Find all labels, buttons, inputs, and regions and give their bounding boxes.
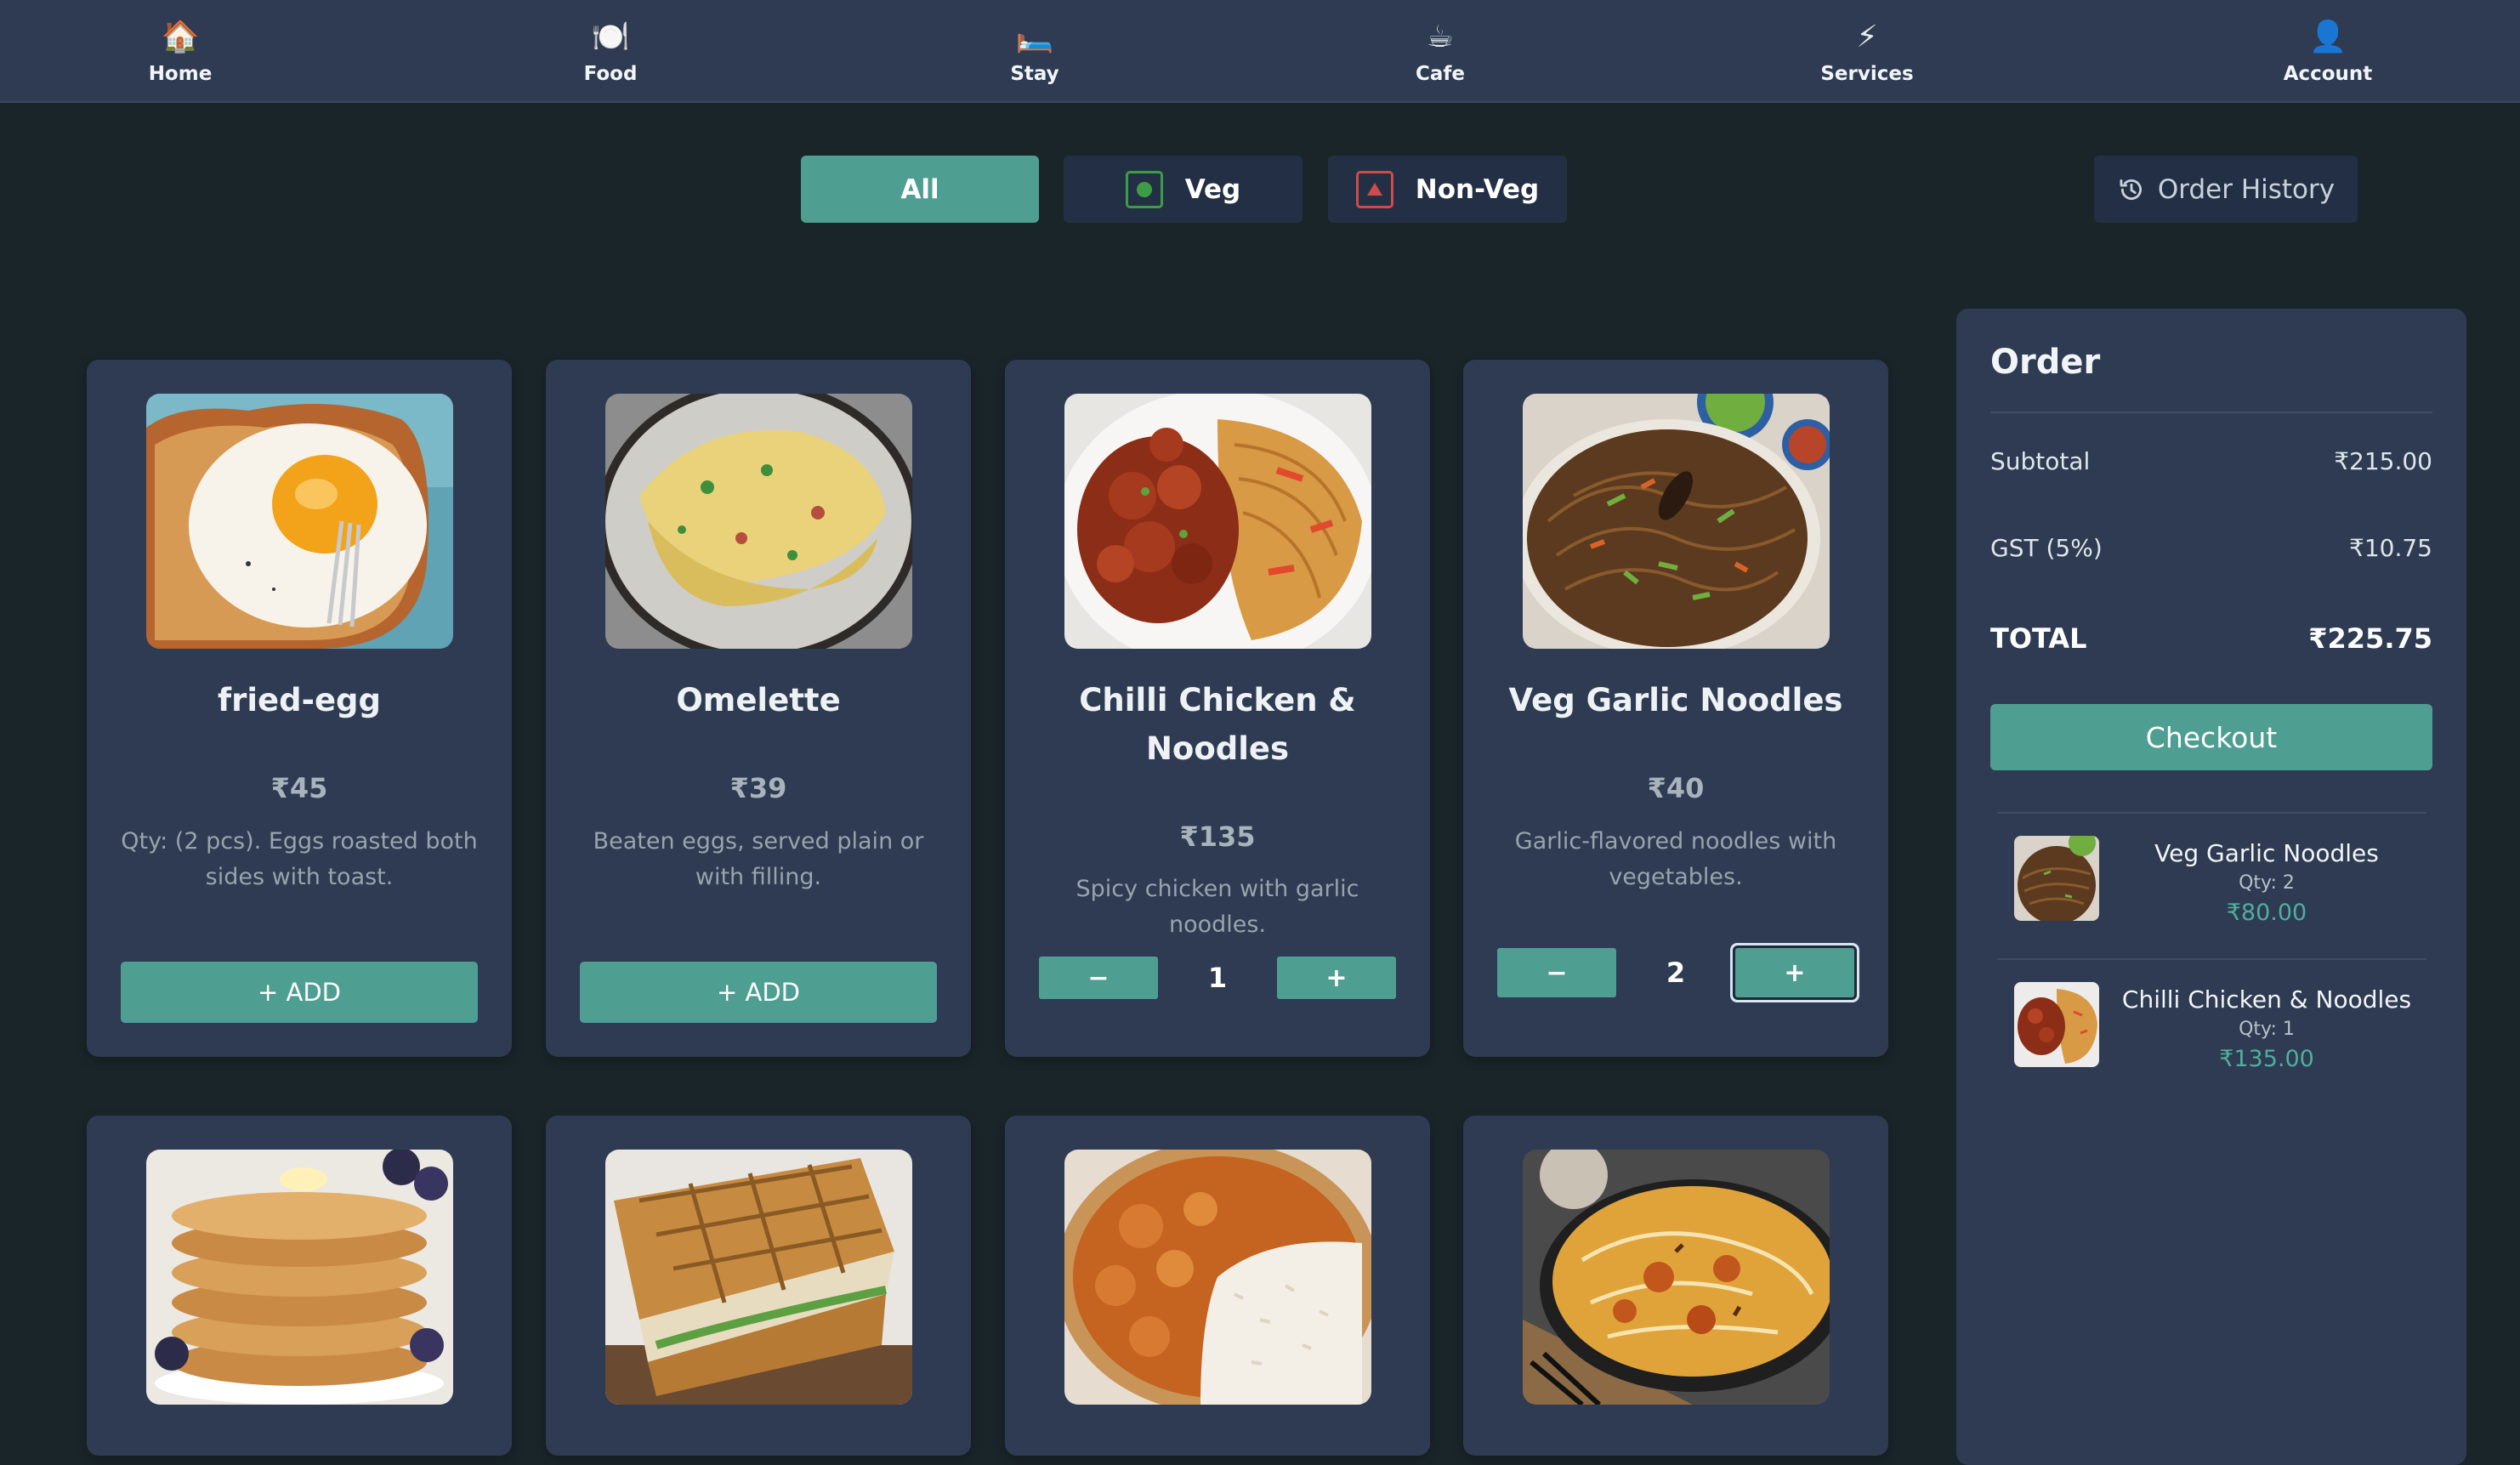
divider xyxy=(1997,958,2426,960)
order-summary-panel: Order Subtotal ₹215.00 GST (5%) ₹10.75 T… xyxy=(1956,309,2466,1465)
pancakes-image xyxy=(146,1150,453,1405)
menu-card: Chilli Chicken & Noodles ₹135 Spicy chic… xyxy=(1005,360,1430,1057)
order-item-name: Chilli Chicken & Noodles xyxy=(2121,985,2412,1014)
subtotal-label: Subtotal xyxy=(1990,447,2091,475)
nav-home[interactable]: 🏠 Home xyxy=(95,0,265,103)
item-name: fried-egg xyxy=(217,682,382,718)
order-item-price: ₹135.00 xyxy=(2219,1046,2314,1072)
checkout-button[interactable]: Checkout xyxy=(1990,704,2432,770)
nav-account[interactable]: 👤 Account xyxy=(2243,0,2413,103)
quantity-value: 1 xyxy=(1207,962,1228,994)
nav-stay-label: Stay xyxy=(1010,62,1059,85)
menu-card xyxy=(1463,1116,1888,1456)
decrease-quantity-button[interactable]: − xyxy=(1497,948,1616,997)
filter-non-veg-button[interactable]: Non-Veg xyxy=(1328,156,1567,223)
filter-non-veg-label: Non-Veg xyxy=(1415,173,1540,205)
order-item-qty: Qty: 1 xyxy=(2239,1019,2295,1040)
total-label: TOTAL xyxy=(1990,622,2087,655)
veg-garlic-noodles-image xyxy=(1523,394,1830,649)
nav-services[interactable]: ⚡ Services xyxy=(1782,0,1952,103)
nav-food[interactable]: 🍽️ Food xyxy=(525,0,695,103)
biryani-image xyxy=(1523,1150,1830,1405)
nav-food-label: Food xyxy=(583,62,638,85)
increase-quantity-button[interactable]: + xyxy=(1277,957,1396,999)
subtotal-value: ₹215.00 xyxy=(2334,447,2432,475)
item-description: Spicy chicken with garlic noodles. xyxy=(1076,876,1359,938)
gst-value: ₹10.75 xyxy=(2349,534,2432,562)
top-navigation: 🏠 Home 🍽️ Food 🛏️ Stay ☕ Cafe ⚡ Services… xyxy=(0,0,2520,103)
veg-garlic-noodles-thumbnail xyxy=(2014,836,2099,921)
add-to-order-button[interactable]: + ADD xyxy=(121,962,478,1023)
divider xyxy=(1990,412,2432,413)
filter-all-label: All xyxy=(900,173,939,205)
menu-card xyxy=(546,1116,971,1456)
item-name: Omelette xyxy=(676,682,841,718)
total-value: ₹225.75 xyxy=(2308,622,2432,655)
chilli-chicken-noodles-image xyxy=(1064,394,1371,649)
order-item-qty: Qty: 2 xyxy=(2239,872,2295,894)
item-description: Beaten eggs, served plain or with fillin… xyxy=(593,828,924,890)
menu-card: Omelette ₹39 Beaten eggs, served plain o… xyxy=(546,360,971,1057)
nav-services-label: Services xyxy=(1820,62,1914,85)
coffee-icon: ☕ xyxy=(1426,19,1455,54)
filter-veg-button[interactable]: Veg xyxy=(1064,156,1303,223)
subtotal-row: Subtotal ₹215.00 xyxy=(1990,447,2432,475)
gst-row: GST (5%) ₹10.75 xyxy=(1990,534,2432,562)
user-icon: 👤 xyxy=(2308,19,2347,54)
item-price: ₹45 xyxy=(270,772,328,804)
nav-cafe-label: Cafe xyxy=(1415,62,1465,85)
menu-card: Veg Garlic Noodles ₹40 Garlic-flavored n… xyxy=(1463,360,1888,1057)
plate-icon: 🍽️ xyxy=(591,19,630,54)
order-line-item: Chilli Chicken & Noodles Qty: 1 ₹135.00 xyxy=(1990,965,2432,1110)
bed-icon: 🛏️ xyxy=(1015,19,1054,54)
order-item-price: ₹80.00 xyxy=(2226,900,2307,926)
menu-card xyxy=(1005,1116,1430,1456)
non-veg-symbol-icon xyxy=(1355,170,1393,208)
order-history-button[interactable]: Order History xyxy=(2094,156,2358,223)
veg-symbol-icon xyxy=(1125,170,1163,208)
sandwich-image xyxy=(605,1150,912,1405)
quantity-value: 2 xyxy=(1666,957,1686,989)
order-history-label: Order History xyxy=(2157,173,2336,205)
nav-home-label: Home xyxy=(148,62,213,85)
divider xyxy=(1997,812,2426,814)
filter-veg-label: Veg xyxy=(1184,173,1241,205)
nav-cafe[interactable]: ☕ Cafe xyxy=(1355,0,1525,103)
home-icon: 🏠 xyxy=(161,19,200,54)
history-icon xyxy=(2120,179,2142,200)
item-price: ₹40 xyxy=(1647,772,1705,804)
order-title: Order xyxy=(1990,343,2101,382)
quantity-stepper: − 1 + xyxy=(1039,957,1396,999)
order-item-info: Chilli Chicken & Noodles Qty: 1 ₹135.00 xyxy=(2101,984,2432,1076)
item-price: ₹135 xyxy=(1179,821,1256,853)
item-description: Garlic-flavored noodles with vegetables. xyxy=(1514,828,1837,890)
item-name: Veg Garlic Noodles xyxy=(1508,682,1843,718)
menu-card xyxy=(87,1116,512,1456)
menu-card: fried-egg ₹45 Qty: (2 pcs). Eggs roasted… xyxy=(87,360,512,1057)
butter-chicken-rice-image xyxy=(1064,1150,1371,1405)
item-name: Chilli Chicken & Noodles xyxy=(1079,682,1356,767)
add-to-order-button[interactable]: + ADD xyxy=(580,962,937,1023)
nav-stay[interactable]: 🛏️ Stay xyxy=(950,0,1120,103)
increase-quantity-button[interactable]: + xyxy=(1735,948,1854,997)
quantity-stepper: − 2 + xyxy=(1497,948,1854,997)
item-description: Qty: (2 pcs). Eggs roasted both sides wi… xyxy=(121,828,478,890)
filter-all-button[interactable]: All xyxy=(801,156,1039,223)
order-line-item: Veg Garlic Noodles Qty: 2 ₹80.00 xyxy=(1990,819,2432,963)
lightning-icon: ⚡ xyxy=(1856,19,1878,54)
gst-label: GST (5%) xyxy=(1990,534,2103,562)
fried-egg-image xyxy=(146,394,453,649)
order-item-info: Veg Garlic Noodles Qty: 2 ₹80.00 xyxy=(2101,838,2432,929)
total-row: TOTAL ₹225.75 xyxy=(1990,622,2432,655)
order-item-name: Veg Garlic Noodles xyxy=(2154,839,2379,867)
item-price: ₹39 xyxy=(729,772,787,804)
nav-account-label: Account xyxy=(2283,62,2373,85)
chilli-chicken-noodles-thumbnail xyxy=(2014,982,2099,1067)
omelette-image xyxy=(605,394,912,649)
decrease-quantity-button[interactable]: − xyxy=(1039,957,1158,999)
